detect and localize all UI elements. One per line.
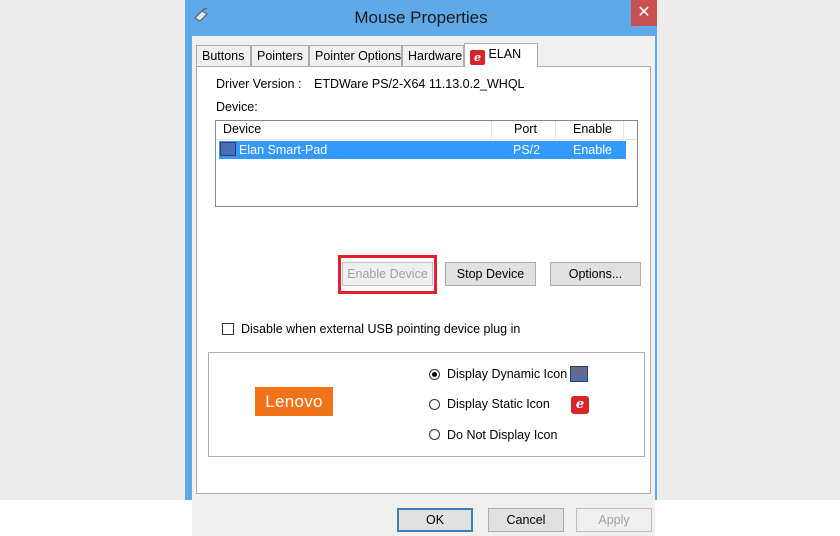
column-header-enable[interactable]: Enable <box>556 121 624 139</box>
apply-button[interactable]: Apply <box>576 508 652 532</box>
enable-device-button[interactable]: Enable Device <box>342 262 433 286</box>
tab-label: Pointers <box>257 49 303 63</box>
background-right <box>657 0 840 500</box>
device-list-header: Device Port Enable <box>216 121 637 140</box>
tab-pointer-options[interactable]: Pointer Options <box>309 45 402 66</box>
device-row[interactable]: Elan Smart-Pad PS/2 Enable <box>219 141 626 159</box>
device-enable-status: Enable <box>573 143 612 157</box>
radio-do-not-display-icon[interactable] <box>429 429 440 440</box>
driver-version-value: ETDWare PS/2-X64 11.13.0.2_WHQL <box>314 77 525 91</box>
radio-display-static-icon[interactable] <box>429 399 440 410</box>
driver-version-label: Driver Version : <box>216 77 302 91</box>
ok-button[interactable]: OK <box>397 508 473 532</box>
dialog-button-bar: OK Cancel Apply <box>192 496 655 536</box>
device-port: PS/2 <box>513 143 541 157</box>
tab-hardware[interactable]: Hardware <box>402 45 464 66</box>
options-button[interactable]: Options... <box>550 262 641 286</box>
tab-elan[interactable]: e ELAN <box>464 43 538 67</box>
tab-label: Hardware <box>408 49 463 63</box>
touchpad-device-icon <box>220 142 236 156</box>
tab-buttons[interactable]: Buttons <box>196 45 251 66</box>
tab-pointers[interactable]: Pointers <box>251 45 309 66</box>
device-name: Elan Smart-Pad <box>239 143 328 157</box>
radio-display-dynamic-icon[interactable] <box>429 369 440 380</box>
close-icon: ✕ <box>637 4 651 21</box>
close-button[interactable]: ✕ <box>631 0 657 26</box>
do-not-display-icon-label[interactable]: Do Not Display Icon <box>447 428 557 442</box>
background-left <box>0 0 185 500</box>
column-header-port[interactable]: Port <box>492 121 556 139</box>
display-dynamic-icon-label[interactable]: Display Dynamic Icon <box>447 367 567 381</box>
tab-label: Pointer Options <box>315 49 402 63</box>
elan-static-icon: e <box>571 396 589 414</box>
touchpad-dynamic-icon <box>570 366 588 382</box>
display-static-icon-label[interactable]: Display Static Icon <box>447 397 550 411</box>
stop-device-button[interactable]: Stop Device <box>445 262 536 286</box>
lenovo-logo: Lenovo <box>255 387 333 416</box>
tab-label: Buttons <box>202 49 245 63</box>
elan-logo-icon: e <box>470 50 485 65</box>
dialog-client-area: Buttons Pointers Pointer Options Hardwar… <box>192 36 655 536</box>
device-label: Device: <box>216 100 258 114</box>
tab-label: ELAN <box>488 47 522 61</box>
column-header-device[interactable]: Device <box>216 121 492 139</box>
title-bar[interactable]: Mouse Properties ✕ <box>185 0 657 36</box>
elan-tab-page: Driver Version : ETDWare PS/2-X64 11.13.… <box>196 66 651 494</box>
device-list[interactable]: Device Port Enable Elan Smart-Pad PS/2 E… <box>215 120 638 207</box>
disable-usb-label[interactable]: Disable when external USB pointing devic… <box>241 322 520 336</box>
window-title: Mouse Properties <box>354 8 488 27</box>
cancel-button[interactable]: Cancel <box>488 508 564 532</box>
disable-usb-checkbox[interactable] <box>222 323 234 335</box>
mouse-properties-window: Mouse Properties ✕ Buttons Pointers Poin… <box>185 0 657 536</box>
